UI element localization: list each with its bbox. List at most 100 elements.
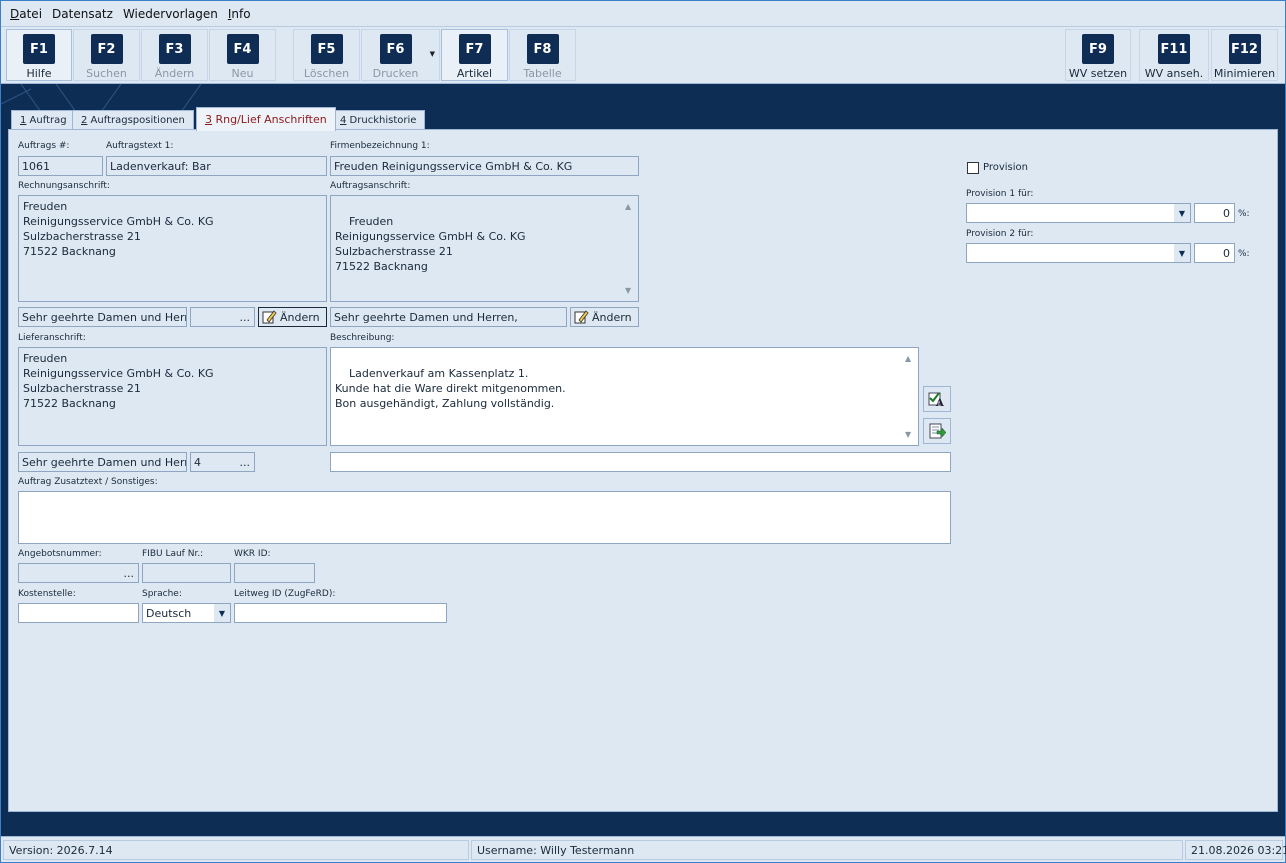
article-button[interactable]: F7 Artikel (441, 29, 508, 81)
kosten-field[interactable] (18, 603, 139, 623)
prov1-percent-field[interactable]: 0 (1194, 203, 1235, 223)
auftragsnr-label: Auftrags #: (18, 141, 70, 151)
anrede3-field[interactable]: Sehr geehrte Damen und Herren (18, 452, 187, 472)
change-button-label: Ändern (154, 67, 195, 80)
chevron-down-icon[interactable]: ▼ (214, 604, 230, 622)
kosten-label: Kostenstelle: (18, 589, 76, 599)
chevron-down-icon[interactable]: ▼ (430, 50, 435, 58)
view-reminder-button[interactable]: F11 WV anseh. (1139, 29, 1209, 81)
spellcheck-icon: A (928, 392, 944, 408)
menu-wiedervorlagen[interactable]: Wiedervorlagen (123, 7, 218, 21)
anrede1-change-button[interactable]: Ändern (258, 307, 327, 327)
beschreibung-textarea[interactable]: Ladenverkauf am Kassenplatz 1. Kunde hat… (330, 347, 919, 446)
insert-text-button[interactable] (923, 418, 951, 444)
fibu-label: FIBU Lauf Nr.: (142, 549, 204, 559)
set-reminder-button[interactable]: F9 WV setzen (1065, 29, 1131, 81)
table-button[interactable]: F8 Tabelle (509, 29, 576, 81)
scroll-down-icon[interactable]: ▼ (625, 283, 631, 298)
prov2-select[interactable]: ▼ (966, 243, 1191, 263)
rechnung-label: Rechnungsanschrift: (18, 181, 110, 191)
f8-key-icon: F8 (526, 34, 559, 64)
status-datetime: 21.08.2026 03:21 (1185, 840, 1286, 860)
wkr-label: WKR ID: (234, 549, 271, 559)
f1-key-icon: F1 (23, 34, 55, 64)
tab-auftragspositionen[interactable]: 2 Auftragspositionen (72, 110, 194, 130)
firma-field[interactable]: Freuden Reinigungsservice GmbH & Co. KG (330, 156, 639, 176)
spellcheck-button[interactable]: A (923, 386, 951, 412)
auftragstext-label: Auftragstext 1: (106, 141, 174, 151)
print-button[interactable]: F6 Drucken ▼ (361, 29, 440, 81)
prov1-percent-sign: %: (1238, 209, 1250, 219)
f7-key-icon: F7 (458, 34, 491, 64)
sprache-value: Deutsch (146, 607, 192, 620)
auftragstext-field[interactable]: Ladenverkauf: Bar (106, 156, 327, 176)
provision-checkbox[interactable] (967, 162, 979, 174)
sprache-select[interactable]: Deutsch ▼ (142, 603, 231, 623)
minimize-button-label: Minimieren (1213, 67, 1276, 80)
edit-pencil-icon (574, 310, 589, 324)
search-button[interactable]: F2 Suchen (73, 29, 140, 81)
prov1-select[interactable]: ▼ (966, 203, 1191, 223)
scroll-down-icon[interactable]: ▼ (905, 427, 911, 442)
beschreibung-scrollbar[interactable]: ▲ ▼ (903, 349, 917, 444)
auftragsnr-field[interactable]: 1061 (18, 156, 103, 176)
fibu-field[interactable] (142, 563, 231, 583)
zusatz-label: Auftrag Zusatztext / Sonstiges: (18, 477, 158, 487)
tab-druckhistorie[interactable]: 4 Druckhistorie (331, 110, 426, 130)
article-button-label: Artikel (456, 67, 493, 80)
leitweg-field[interactable] (234, 603, 447, 623)
status-version: Version: 2026.7.14 (3, 840, 469, 860)
f11-key-icon: F11 (1158, 34, 1190, 64)
menu-info[interactable]: Info (228, 7, 251, 21)
provision-label: Provision (983, 162, 1029, 173)
scroll-up-icon[interactable]: ▲ (625, 199, 631, 214)
f5-key-icon: F5 (310, 34, 343, 64)
scroll-up-icon[interactable]: ▲ (905, 351, 911, 366)
anrede1-change-label: Ändern (280, 310, 320, 324)
change-button[interactable]: F3 Ändern (141, 29, 208, 81)
anrede1-dots: ... (239, 311, 251, 324)
delete-button[interactable]: F5 Löschen (293, 29, 360, 81)
table-button-label: Tabelle (523, 67, 562, 80)
search-button-label: Suchen (86, 67, 127, 80)
tab-rng-lief-anschriften[interactable]: 3 Rng/Lief Anschriften (196, 107, 336, 131)
status-bar: Version: 2026.7.14 Username: Willy Teste… (1, 836, 1286, 862)
liefer-label: Lieferanschrift: (18, 333, 86, 343)
f2-key-icon: F2 (90, 34, 123, 64)
anrede2-field[interactable]: Sehr geehrte Damen und Herren, (330, 307, 567, 327)
new-button-label: Neu (231, 67, 254, 80)
auftragsanschrift-textarea[interactable]: Freuden Reinigungsservice GmbH & Co. KG … (330, 195, 639, 302)
f12-key-icon: F12 (1228, 34, 1261, 64)
menu-datensatz[interactable]: Datensatz (52, 7, 113, 21)
menu-datei[interactable]: Datei (10, 7, 42, 21)
sprache-label: Sprache: (142, 589, 182, 599)
wkr-field[interactable] (234, 563, 315, 583)
prov2-percent-sign: %: (1238, 249, 1250, 259)
f6-key-icon: F6 (379, 34, 412, 64)
anrede3-code: 4 (194, 456, 201, 469)
anrede1-select-button[interactable]: ... (190, 307, 255, 327)
print-button-label: Drucken (372, 67, 419, 80)
zusatz-textarea[interactable] (18, 491, 951, 544)
tab-auftrag[interactable]: 1 Auftrag (11, 110, 76, 130)
beschreibung-label: Beschreibung: (330, 333, 395, 343)
angebot-field[interactable]: ... (18, 563, 139, 583)
help-button[interactable]: F1 Hilfe (6, 29, 72, 81)
anrede2-change-button[interactable]: Ändern (570, 307, 639, 327)
chevron-down-icon[interactable]: ▼ (1174, 204, 1190, 222)
rechnung-textarea[interactable]: Freuden Reinigungsservice GmbH & Co. KG … (18, 195, 327, 302)
extra-line-field[interactable] (330, 452, 951, 472)
firma-label: Firmenbezeichnung 1: (330, 141, 430, 151)
auftragsanschrift-scrollbar[interactable]: ▲ ▼ (623, 197, 637, 300)
angebot-dots: ... (123, 567, 135, 580)
leitweg-label: Leitweg ID (ZugFeRD): (234, 589, 336, 599)
minimize-button[interactable]: F12 Minimieren (1211, 29, 1278, 81)
anrede1-field[interactable]: Sehr geehrte Damen und Herren (18, 307, 187, 327)
anrede3-select-button[interactable]: 4 ... (190, 452, 255, 472)
prov2-percent-field[interactable]: 0 (1194, 243, 1235, 263)
liefer-textarea[interactable]: Freuden Reinigungsservice GmbH & Co. KG … (18, 347, 327, 446)
new-button[interactable]: F4 Neu (209, 29, 276, 81)
auftragsanschrift-label: Auftragsanschrift: (330, 181, 411, 191)
toolbar: F1 Hilfe F2 Suchen F3 Ändern F4 Neu F5 L… (1, 27, 1285, 84)
chevron-down-icon[interactable]: ▼ (1174, 244, 1190, 262)
